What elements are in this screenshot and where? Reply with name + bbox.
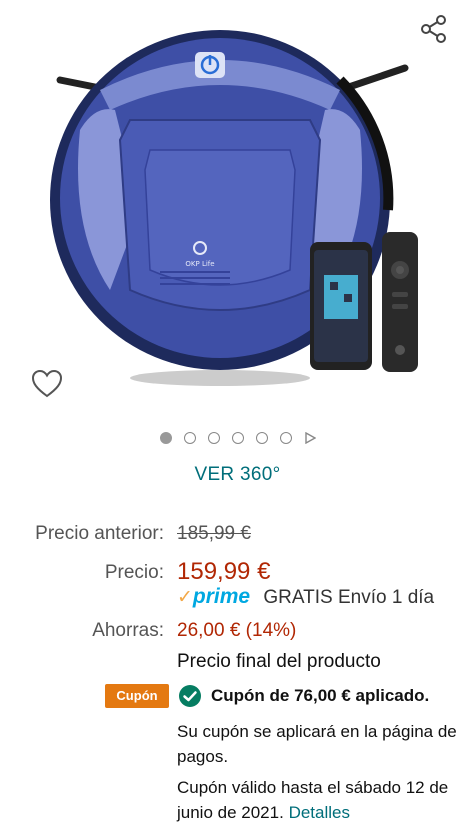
pagination-dot[interactable] xyxy=(207,432,220,444)
add-to-wishlist-button[interactable] xyxy=(30,368,64,400)
heart-icon xyxy=(31,369,63,398)
svg-text:OKP Life: OKP Life xyxy=(185,260,214,268)
savings-label: Ahorras: xyxy=(92,620,164,641)
product-gallery[interactable]: OKP Life xyxy=(0,0,475,400)
coupon-applied-text: Cupón de 76,00 € aplicado. xyxy=(211,686,430,705)
coupon-details-link[interactable]: Detalles xyxy=(289,803,350,822)
prime-check-icon: ✓ xyxy=(177,587,193,608)
play-video-icon[interactable] xyxy=(304,432,316,444)
pagination-dot[interactable] xyxy=(183,432,196,444)
pagination-dot[interactable] xyxy=(231,432,244,444)
final-price-note: Precio final del producto xyxy=(177,651,381,672)
coupon-validity: Cupón válido hasta el sábado 12 de junio… xyxy=(177,775,467,825)
savings-value: 26,00 € (14%) xyxy=(177,620,297,641)
image-pagination xyxy=(0,432,475,444)
coupon-badge: Cupón xyxy=(105,684,169,708)
share-button[interactable] xyxy=(417,12,451,46)
coupon-note: Su cupón se aplicará en la página de pag… xyxy=(177,722,457,766)
pagination-dot[interactable] xyxy=(159,432,172,444)
product-image: OKP Life xyxy=(50,30,418,386)
share-icon xyxy=(421,15,446,43)
previous-price-value: 185,99 € xyxy=(177,523,251,544)
pagination-dot[interactable] xyxy=(255,432,268,444)
delivery-text: GRATIS Envío 1 día xyxy=(263,587,435,608)
pagination-dot[interactable] xyxy=(279,432,292,444)
prime-badge: ✓prime GRATIS Envío 1 día xyxy=(177,585,434,609)
prime-logo: prime xyxy=(192,585,251,608)
view-360-link[interactable]: VER 360° xyxy=(0,464,475,486)
check-circle-icon xyxy=(179,685,201,707)
previous-price-label: Precio anterior: xyxy=(35,523,164,544)
price-value: 159,99 € xyxy=(177,558,271,585)
price-label: Precio: xyxy=(104,562,164,583)
